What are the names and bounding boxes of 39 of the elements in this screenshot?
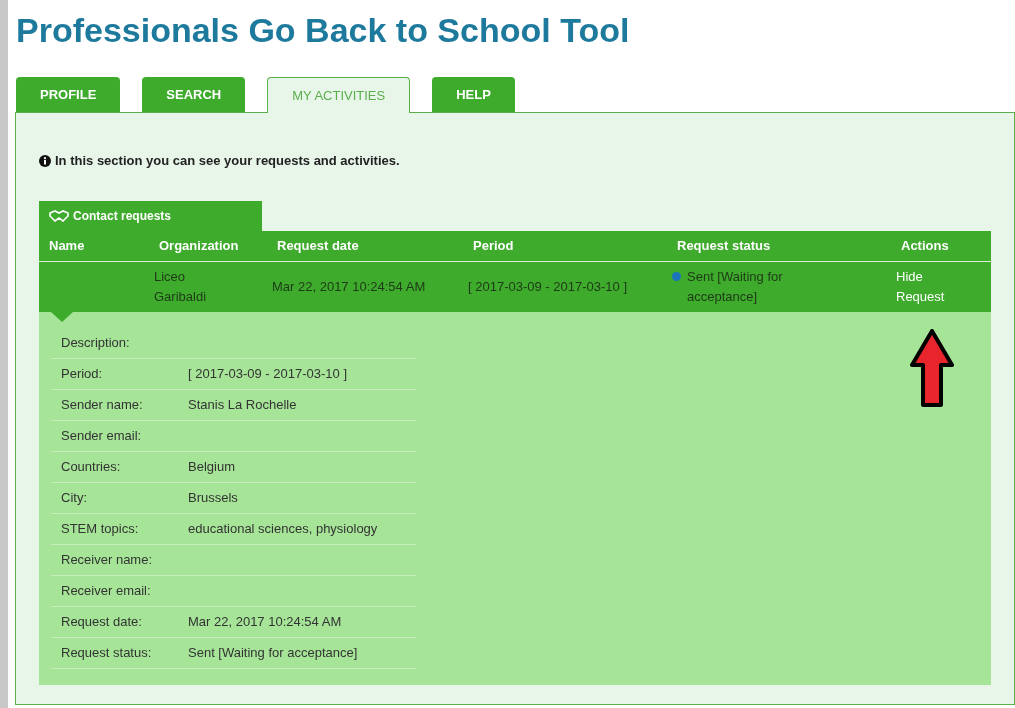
detail-label: Description: [61,333,131,352]
detail-value: Belgium [188,457,235,476]
detail-value: educational sciences, physiology [188,519,378,538]
detail-label: Countries: [61,457,122,476]
detail-label: Sender email: [61,426,143,445]
detail-label: City: [61,488,88,507]
detail-label: Receiver name: [61,550,154,569]
tab[interactable]: SEARCH [142,77,246,112]
detail-value: Brussels [188,488,238,507]
tab[interactable]: PROFILE [16,77,121,112]
column-header: Period [472,236,515,255]
column-header: Request date [276,236,360,255]
table-cell-text: Mar 22, 2017 10:24:54 AM [271,277,427,296]
column-header: Actions [900,236,950,255]
column-header: Request status [676,236,772,255]
info-icon [39,154,51,167]
detail-value: [ 2017-03-09 - 2017-03-10 ] [188,364,347,383]
detail-label: STEM topics: [61,519,140,538]
detail-label: Period: [61,364,104,383]
column-header: Name [48,236,86,255]
detail-label: Request status: [61,643,153,662]
up-arrow-icon [910,328,954,407]
detail-label: Request date: [61,612,143,631]
handshake-icon [49,209,69,222]
detail-value: Sent [Waiting for acceptance] [188,643,358,662]
tab[interactable]: HELP [432,77,515,112]
table-cell-text: Sent [Waiting for acceptance] [687,267,784,306]
hide-request-link[interactable]: Hide Request [896,266,966,307]
page-title: Professionals Go Back to School Tool [15,10,631,51]
column-header: Organization [158,236,240,255]
detail-value: Stanis La Rochelle [188,395,297,414]
detail-label: Sender name: [61,395,144,414]
table-cell-text: Liceo Garibaldi [153,267,208,306]
tab[interactable]: MY ACTIVITIES [267,77,411,113]
detail-label: Receiver email: [61,581,152,600]
info-text: In this section you can see your requests and activities. [55,152,400,170]
table-cell-text: [ 2017-03-09 - 2017-03-10 ] [467,277,628,296]
expand-pointer-icon [51,311,73,322]
detail-value: Mar 22, 2017 10:24:54 AM [188,612,342,631]
